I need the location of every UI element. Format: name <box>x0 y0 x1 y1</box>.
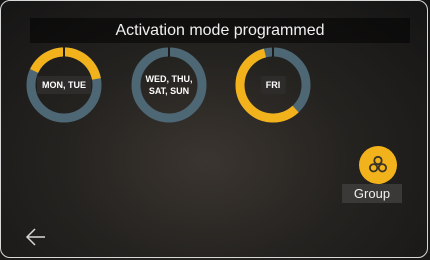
program-ring-label: WED, THU, SAT, SUN <box>145 74 193 96</box>
program-ring-fri[interactable]: FRI <box>234 46 312 124</box>
back-button[interactable] <box>25 227 47 247</box>
program-ring-mon-tue[interactable]: MON, TUE <box>25 46 103 124</box>
page-title: Activation mode programmed <box>115 21 325 39</box>
program-ring-label: MON, TUE <box>37 76 91 94</box>
group-label[interactable]: Group <box>342 184 402 203</box>
back-arrow-icon <box>25 228 45 246</box>
title-bar: Activation mode programmed <box>30 18 410 43</box>
program-ring-wed-thu-sat-sun[interactable]: WED, THU, SAT, SUN <box>130 46 208 124</box>
group-button[interactable] <box>359 146 397 184</box>
program-ring-label: FRI <box>260 76 286 94</box>
group-icon <box>369 155 387 173</box>
